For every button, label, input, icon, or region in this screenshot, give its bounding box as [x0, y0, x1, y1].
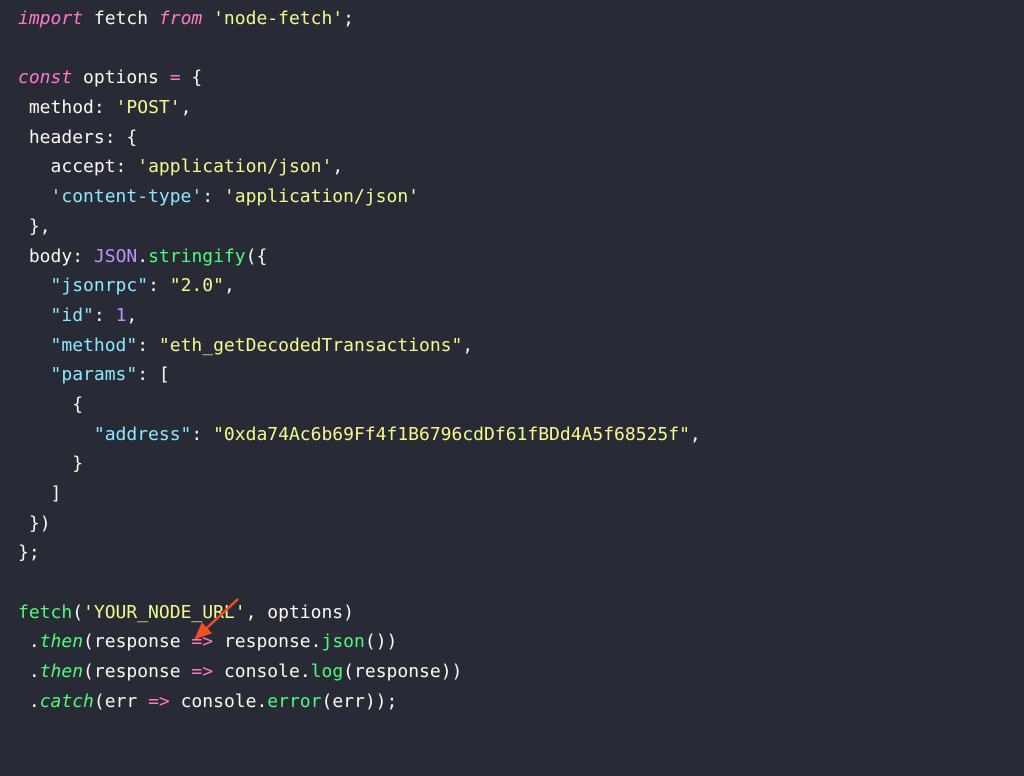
- code-line-24: .catch(err => console.error(err));: [18, 691, 397, 712]
- code-line-22: .then(response => response.json()): [18, 631, 397, 652]
- string-literal: 'node-fetch': [213, 8, 343, 29]
- code-line-9: body: JSON.stringify({: [18, 246, 267, 267]
- code-line-12: "method": "eth_getDecodedTransactions",: [18, 335, 473, 356]
- code-line-5: headers: {: [18, 127, 137, 148]
- keyword-const: const: [18, 67, 72, 88]
- keyword-import: import: [18, 8, 83, 29]
- code-line-14: {: [18, 394, 83, 415]
- code-line-23: .then(response => console.log(response)): [18, 661, 462, 682]
- code-line-10: "jsonrpc": "2.0",: [18, 275, 235, 296]
- code-line-15: "address": "0xda74Ac6b69Ff4f1B6796cdDf61…: [18, 424, 701, 445]
- identifier-fetch: fetch: [83, 8, 159, 29]
- code-line-4: method: 'POST',: [18, 97, 191, 118]
- code-line-7: 'content-type': 'application/json': [18, 186, 419, 207]
- code-line-21: fetch('YOUR_NODE_URL', options): [18, 602, 354, 623]
- code-line-6: accept: 'application/json',: [18, 156, 343, 177]
- keyword-from: from: [159, 8, 202, 29]
- code-line-16: }: [18, 453, 83, 474]
- code-line-17: ]: [18, 483, 61, 504]
- code-line-8: },: [18, 216, 51, 237]
- code-line-19: };: [18, 542, 40, 563]
- code-line-18: }): [18, 513, 51, 534]
- code-line-3: const options = {: [18, 67, 202, 88]
- code-line-11: "id": 1,: [18, 305, 137, 326]
- code-line-13: "params": [: [18, 364, 170, 385]
- code-line-1: import fetch from 'node-fetch';: [18, 8, 354, 29]
- code-block: import fetch from 'node-fetch'; const op…: [18, 4, 1006, 717]
